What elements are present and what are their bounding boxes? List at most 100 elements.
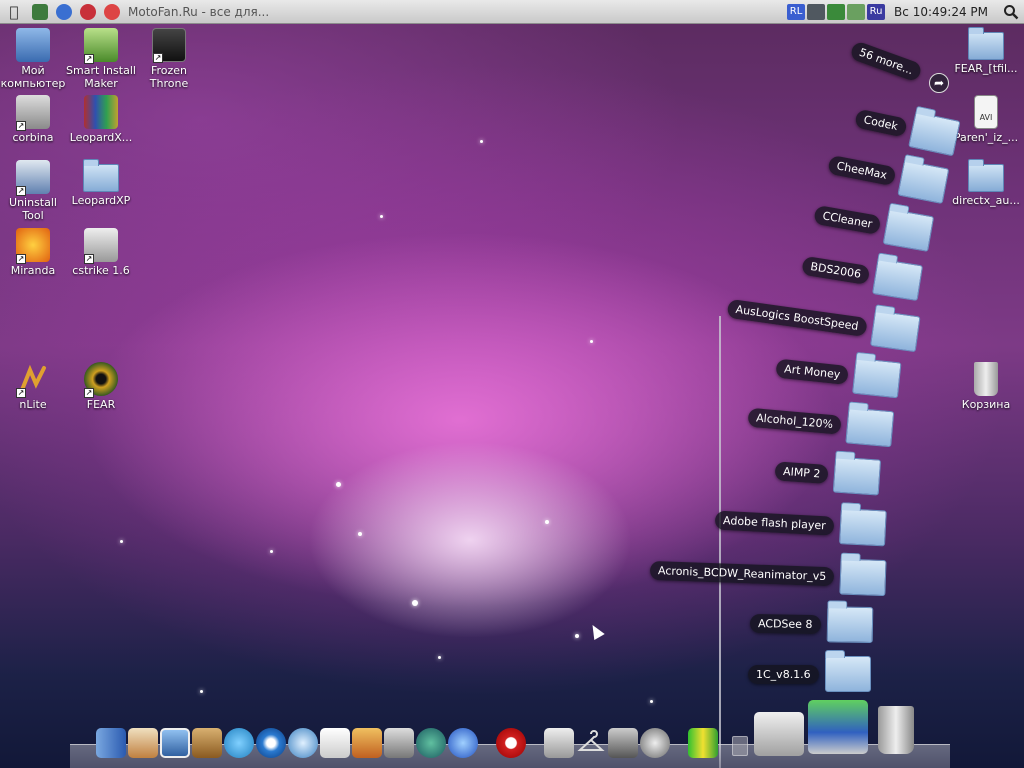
stack-item-acronis[interactable]: Acronis_BCDW_Reanimator_v5 [649, 552, 887, 597]
globe-icon[interactable] [56, 3, 72, 20]
tray-app-icon[interactable] [807, 3, 826, 20]
tray-battery-icon[interactable] [827, 3, 846, 20]
uninstall-icon: ↗ [16, 160, 50, 196]
app-store-icon[interactable] [352, 728, 382, 758]
stack-item-label: Codek [854, 108, 908, 138]
icon-label: LeopardX... [69, 131, 133, 144]
terminal-icon[interactable] [608, 728, 638, 758]
finder-icon[interactable] [96, 728, 126, 758]
notes-icon[interactable] [320, 728, 350, 758]
stack-item-label: Acronis_BCDW_Reanimator_v5 [649, 560, 835, 586]
stack-item-label: CheeMax [827, 154, 897, 186]
folder-icon [882, 208, 935, 252]
counter-strike-icon: ↗ [84, 228, 118, 264]
desktop-icon-trash[interactable]: Корзина [950, 362, 1022, 411]
fear-eye-icon: ↗ [84, 362, 118, 398]
stack-item-1c[interactable]: 1C_v8.1.6 [748, 650, 871, 692]
desktop-icon-avi-file[interactable]: AVI Paren'_iz_... [950, 95, 1022, 144]
desktop-icon-fear[interactable]: ↗ FEAR [65, 362, 137, 411]
folder-icon [826, 606, 873, 644]
stack-item-acdsee[interactable]: ACDSee 8 [749, 605, 873, 644]
messenger-icon[interactable] [224, 728, 254, 758]
media-player-icon[interactable] [256, 728, 286, 758]
stack-item-label: Adobe flash player [714, 510, 835, 536]
stack-item-ccleaner[interactable]: CCleaner [812, 196, 935, 252]
downloads-stack-icon[interactable] [808, 700, 868, 754]
desktop-icon-nlite[interactable]: ↗ nLite [0, 362, 69, 411]
star [575, 634, 579, 638]
dock-chevron-down-icon[interactable] [732, 736, 748, 756]
trash-icon [974, 362, 998, 396]
folder-icon [968, 27, 1004, 60]
computer-icon [16, 28, 50, 62]
desktop-icon-miranda[interactable]: ↗ Miranda [0, 228, 69, 277]
menu-bar:  MotoFan.Ru - все для... RL Ru Вс 10:49… [0, 0, 1024, 24]
folder-icon [824, 650, 871, 692]
stack-item-codek[interactable]: Codek [852, 100, 961, 157]
stack-item-adobe-flash[interactable]: Adobe flash player [714, 502, 887, 547]
desktop-icon-frozen-throne[interactable]: ↗ Frozen Throne [133, 28, 205, 90]
folder-icon [897, 159, 950, 205]
desktop-icon-fear-folder[interactable]: FEAR_[tfil... [950, 27, 1022, 75]
stack-item-label: CCleaner [813, 204, 882, 235]
calculator-icon[interactable] [384, 728, 414, 758]
desktop-icon-corbina[interactable]: ↗ corbina [0, 95, 69, 144]
app-icon[interactable] [32, 3, 48, 20]
stack-item-label: 1C_v8.1.6 [748, 664, 819, 684]
stack-toolbox-icon[interactable] [754, 712, 804, 756]
icon-label: FEAR_[tfil... [954, 62, 1018, 75]
home-icon[interactable] [128, 728, 158, 758]
equalizer-icon[interactable] [688, 728, 718, 758]
stack-item-art-money[interactable]: Art Money [774, 350, 902, 399]
dock-trash-icon[interactable] [878, 706, 914, 754]
opera-icon[interactable] [80, 3, 96, 20]
photo-icon[interactable] [160, 728, 190, 758]
star [270, 550, 273, 553]
icon-label: Корзина [961, 398, 1011, 411]
folder-icon [833, 456, 882, 496]
folder-icon [968, 159, 1004, 192]
stack-item-cheemax[interactable]: CheeMax [826, 146, 950, 205]
hanger-icon[interactable] [576, 728, 606, 758]
active-window-title[interactable]: MotoFan.Ru - все для... [128, 5, 269, 19]
address-book-icon[interactable] [192, 728, 222, 758]
folder-icon [869, 310, 921, 353]
star [480, 140, 483, 143]
nlite-icon: ↗ [16, 362, 50, 398]
apple-menu-icon[interactable]:  [0, 0, 28, 24]
tray-rl-icon[interactable]: RL [787, 3, 806, 20]
desktop-icon-uninstall-tool[interactable]: ↗ Uninstall Tool [0, 160, 69, 222]
icon-label: corbina [12, 131, 54, 144]
script-icon[interactable] [544, 728, 574, 758]
star [380, 215, 383, 218]
icon-label: Miranda [10, 264, 56, 277]
tray-language-icon[interactable]: Ru [867, 3, 886, 20]
clock[interactable]: Вс 10:49:24 PM [894, 5, 988, 19]
stack-open-arrow-icon[interactable]: ➦ [929, 73, 949, 93]
installer-icon: ↗ [84, 28, 118, 64]
stack-item-bds2006[interactable]: BDS2006 [800, 247, 924, 302]
desktop-icon-directx-folder[interactable]: directx_au... [950, 159, 1022, 207]
folder-icon [845, 407, 895, 448]
tray-pen-icon[interactable] [847, 3, 866, 20]
icon-label: Мой компьютер [0, 64, 66, 90]
spotlight-search-icon[interactable] [998, 0, 1024, 24]
desktop-icon-my-computer[interactable]: Мой компьютер [0, 28, 69, 90]
power-icon[interactable] [640, 728, 670, 758]
network-globe-icon[interactable] [416, 728, 446, 758]
stack-item-auslogics[interactable]: AusLogics BoostSpeed [725, 290, 921, 353]
internet-globe-icon[interactable] [448, 728, 478, 758]
desktop-icon-smart-install-maker[interactable]: ↗ Smart Install Maker [65, 28, 137, 90]
desktop-icon-leopardx-archive[interactable]: LeopardX... [65, 95, 137, 144]
stack-more-button[interactable]: 56 more... [848, 40, 924, 83]
stack-item-aimp[interactable]: AIMP 2 [774, 452, 882, 496]
system-tray: RL Ru Вс 10:49:24 PM [786, 0, 1024, 24]
icon-label: cstrike 1.6 [72, 264, 130, 277]
stack-item-alcohol[interactable]: Alcohol_120% [747, 399, 895, 448]
desktop-icon-cstrike[interactable]: ↗ cstrike 1.6 [65, 228, 137, 277]
stack-divider [719, 316, 721, 768]
opera-icon[interactable] [496, 728, 526, 758]
desktop-icon-leopardxp-folder[interactable]: LeopardXP [65, 159, 137, 207]
star [545, 520, 549, 524]
browser-icon[interactable] [288, 728, 318, 758]
